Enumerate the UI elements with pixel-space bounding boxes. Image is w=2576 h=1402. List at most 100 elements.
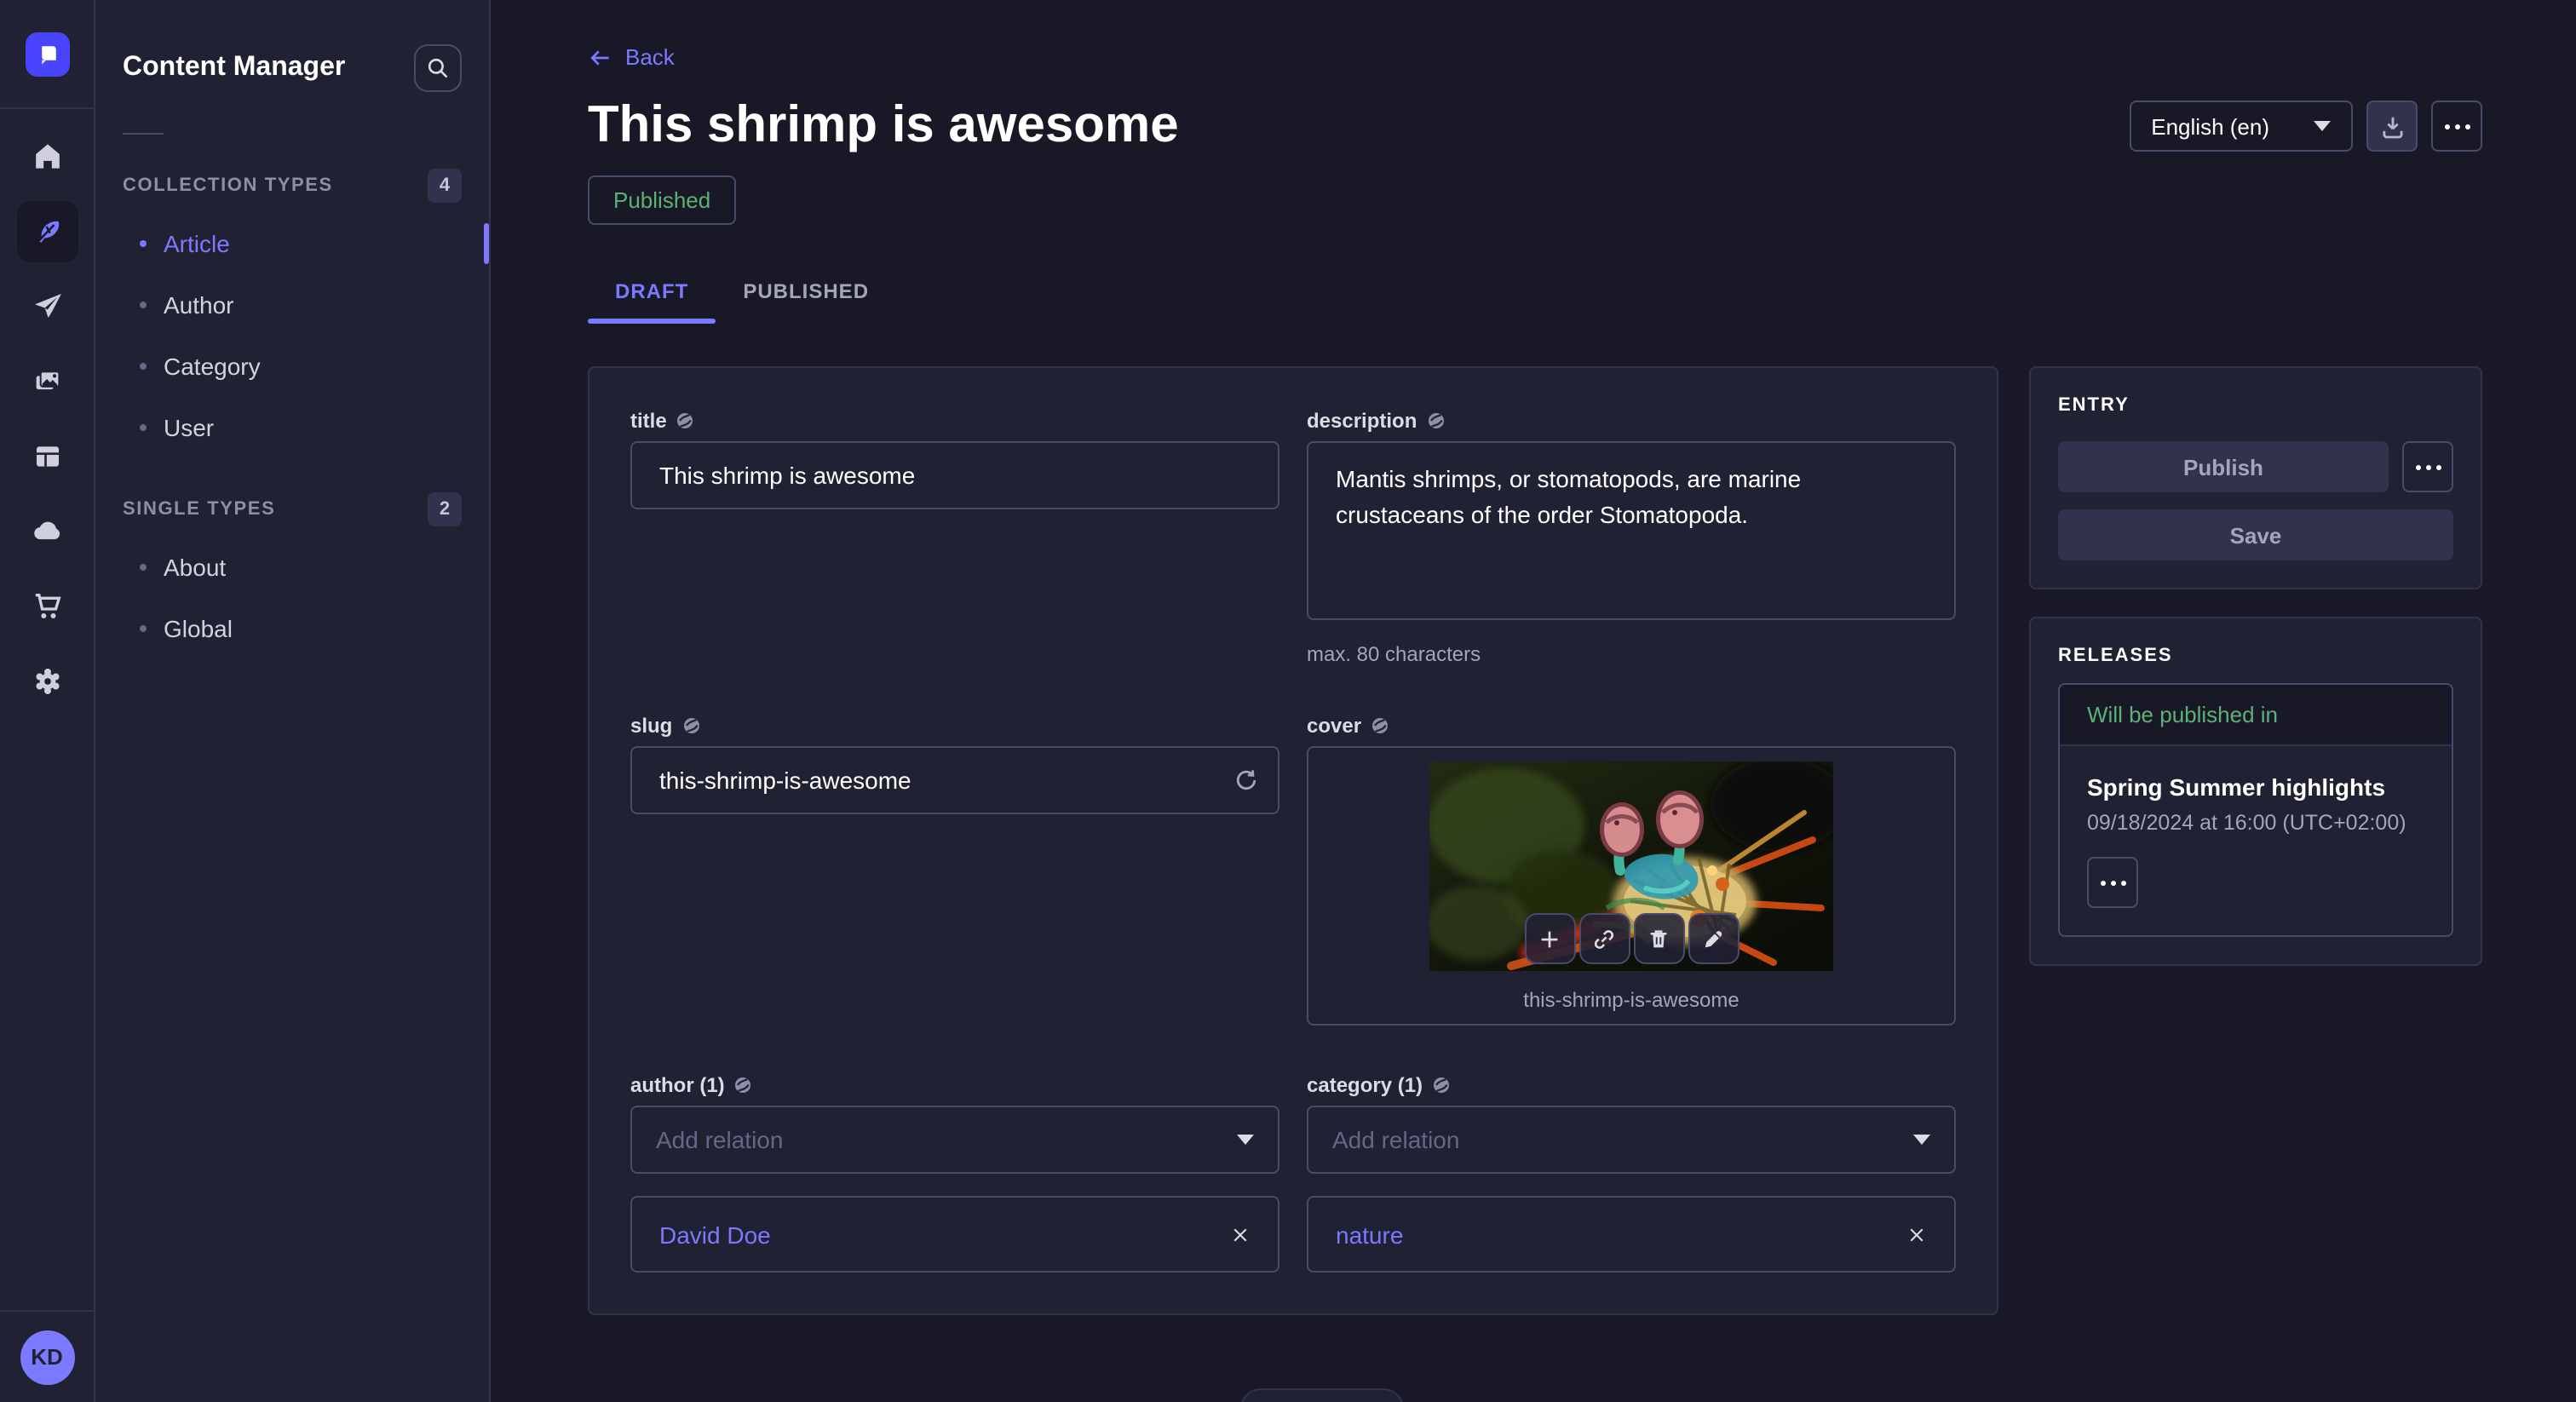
sidebar-item-label: Article (164, 230, 230, 257)
layout-icon (30, 440, 64, 474)
author-relation-placeholder: Add relation (656, 1126, 783, 1153)
sidebar-item-label: Author (164, 291, 234, 319)
chevron-down-icon (1237, 1135, 1254, 1145)
bullet-icon (140, 424, 147, 431)
release-date: 09/18/2024 at 16:00 (UTC+02:00) (2087, 811, 2424, 835)
author-relation-select[interactable]: Add relation (630, 1106, 1279, 1174)
tab-draft[interactable]: DRAFT (588, 279, 716, 324)
releases-panel-title: RELEASES (2058, 646, 2453, 666)
category-relation-placeholder: Add relation (1332, 1126, 1459, 1153)
plus-icon (1537, 926, 1562, 951)
export-button[interactable] (2366, 101, 2418, 152)
entry-more-button[interactable] (2402, 441, 2453, 492)
release-more-button[interactable] (2087, 857, 2138, 908)
title-input[interactable] (630, 441, 1279, 509)
description-helper: max. 80 characters (1307, 642, 1956, 666)
version-tabs: DRAFT PUBLISHED (588, 279, 2482, 324)
sidebar-item-label: About (164, 554, 226, 581)
content-type-builder-nav-button[interactable] (16, 426, 78, 487)
cover-field-label: cover (1307, 714, 1361, 738)
single-types-label: SINGLE TYPES (123, 499, 275, 520)
delete-asset-button[interactable] (1633, 913, 1684, 964)
link-icon (1591, 926, 1617, 951)
home-nav-button[interactable] (16, 126, 78, 187)
cloud-nav-button[interactable] (16, 501, 78, 562)
app-root: KD Content Manager COLLECTION TYPES 4 Ar… (0, 0, 2576, 1402)
close-icon (1906, 1224, 1927, 1244)
release-name: Spring Summer highlights (2087, 773, 2424, 801)
bullet-icon (140, 564, 147, 571)
remove-category-relation-button[interactable] (1906, 1224, 1927, 1244)
sidebar-item-category[interactable]: Category (95, 336, 489, 397)
slug-input[interactable] (630, 746, 1279, 814)
cloud-icon (30, 514, 64, 549)
regenerate-slug-button[interactable] (1233, 767, 1259, 793)
cover-asset-card: this-shrimp-is-awesome (1307, 746, 1956, 1026)
category-relation-link[interactable]: nature (1336, 1221, 1403, 1248)
sidebar-item-user[interactable]: User (95, 397, 489, 458)
sidebar-item-author[interactable]: Author (95, 274, 489, 336)
main-nav-rail: KD (0, 0, 95, 1402)
save-button[interactable]: Save (2058, 509, 2453, 560)
tab-published[interactable]: PUBLISHED (716, 279, 896, 324)
strapi-logo[interactable] (25, 32, 69, 76)
home-icon (30, 140, 64, 174)
single-types-list: About Global (95, 537, 489, 659)
bullet-icon (140, 302, 147, 308)
globe-icon (733, 1075, 754, 1095)
author-field-label: author (1) (630, 1073, 725, 1097)
bullet-icon (140, 240, 147, 247)
description-textarea[interactable]: Mantis shrimps, or stomatopods, are mari… (1307, 441, 1956, 620)
locale-select[interactable]: English (en) (2129, 101, 2353, 152)
sidebar-item-about[interactable]: About (95, 537, 489, 598)
globe-icon (1370, 715, 1390, 736)
back-link[interactable]: Back (588, 44, 675, 70)
logo-area (0, 0, 94, 109)
copy-link-button[interactable] (1578, 913, 1630, 964)
marketplace-nav-button[interactable] (16, 576, 78, 637)
media-library-nav-button[interactable] (16, 351, 78, 412)
sidebar-item-label: Global (164, 615, 233, 642)
slug-field-label: slug (630, 714, 672, 738)
title-field-label: title (630, 409, 667, 433)
user-avatar[interactable]: KD (20, 1330, 74, 1384)
remove-author-relation-button[interactable] (1230, 1224, 1251, 1244)
publish-button[interactable]: Publish (2058, 441, 2389, 492)
category-relation-select[interactable]: Add relation (1307, 1106, 1956, 1174)
shopping-cart-icon (30, 589, 64, 623)
releases-panel: RELEASES Will be published in Spring Sum… (2029, 617, 2482, 966)
more-icon (2100, 880, 2125, 885)
floating-action-bar[interactable] (1240, 1388, 1404, 1402)
title-field: title (630, 409, 1279, 666)
sidebar-item-global[interactable]: Global (95, 598, 489, 659)
collection-types-list: Article Author Category User (95, 213, 489, 458)
settings-nav-button[interactable] (16, 651, 78, 712)
search-icon (426, 56, 450, 80)
header-more-button[interactable] (2431, 101, 2482, 152)
content-manager-nav-button[interactable] (16, 201, 78, 262)
author-field: author (1) Add relation David Doe (630, 1073, 1279, 1273)
sidebar-item-article[interactable]: Article (95, 213, 489, 274)
side-column: ENTRY Publish Save RELEASES Will be publ… (2029, 366, 2482, 966)
edit-asset-button[interactable] (1688, 913, 1739, 964)
subnav-title: Content Manager (123, 53, 345, 83)
search-button[interactable] (414, 44, 462, 92)
author-relation-link[interactable]: David Doe (659, 1221, 771, 1248)
content-manager-subnav: Content Manager COLLECTION TYPES 4 Artic… (95, 0, 491, 1402)
add-asset-button[interactable] (1524, 913, 1575, 964)
release-card-header: Will be published in (2060, 685, 2452, 746)
category-field: category (1) Add relation nature (1307, 1073, 1956, 1273)
globe-icon (1425, 411, 1446, 431)
release-card: Will be published in Spring Summer highl… (2058, 683, 2453, 937)
globe-icon (1431, 1075, 1452, 1095)
header-actions: English (en) (2129, 101, 2482, 152)
more-icon (2415, 464, 2441, 469)
sidebar-item-label: Category (164, 353, 261, 380)
rail-nav (0, 109, 94, 712)
releases-nav-button[interactable] (16, 276, 78, 337)
description-field-label: description (1307, 409, 1417, 433)
cover-field: cover (1307, 714, 1956, 1026)
entry-panel: ENTRY Publish Save (2029, 366, 2482, 589)
entry-form-card: title description Mantis shrimps, or sto… (588, 366, 1998, 1315)
chevron-down-icon (1913, 1135, 1930, 1145)
